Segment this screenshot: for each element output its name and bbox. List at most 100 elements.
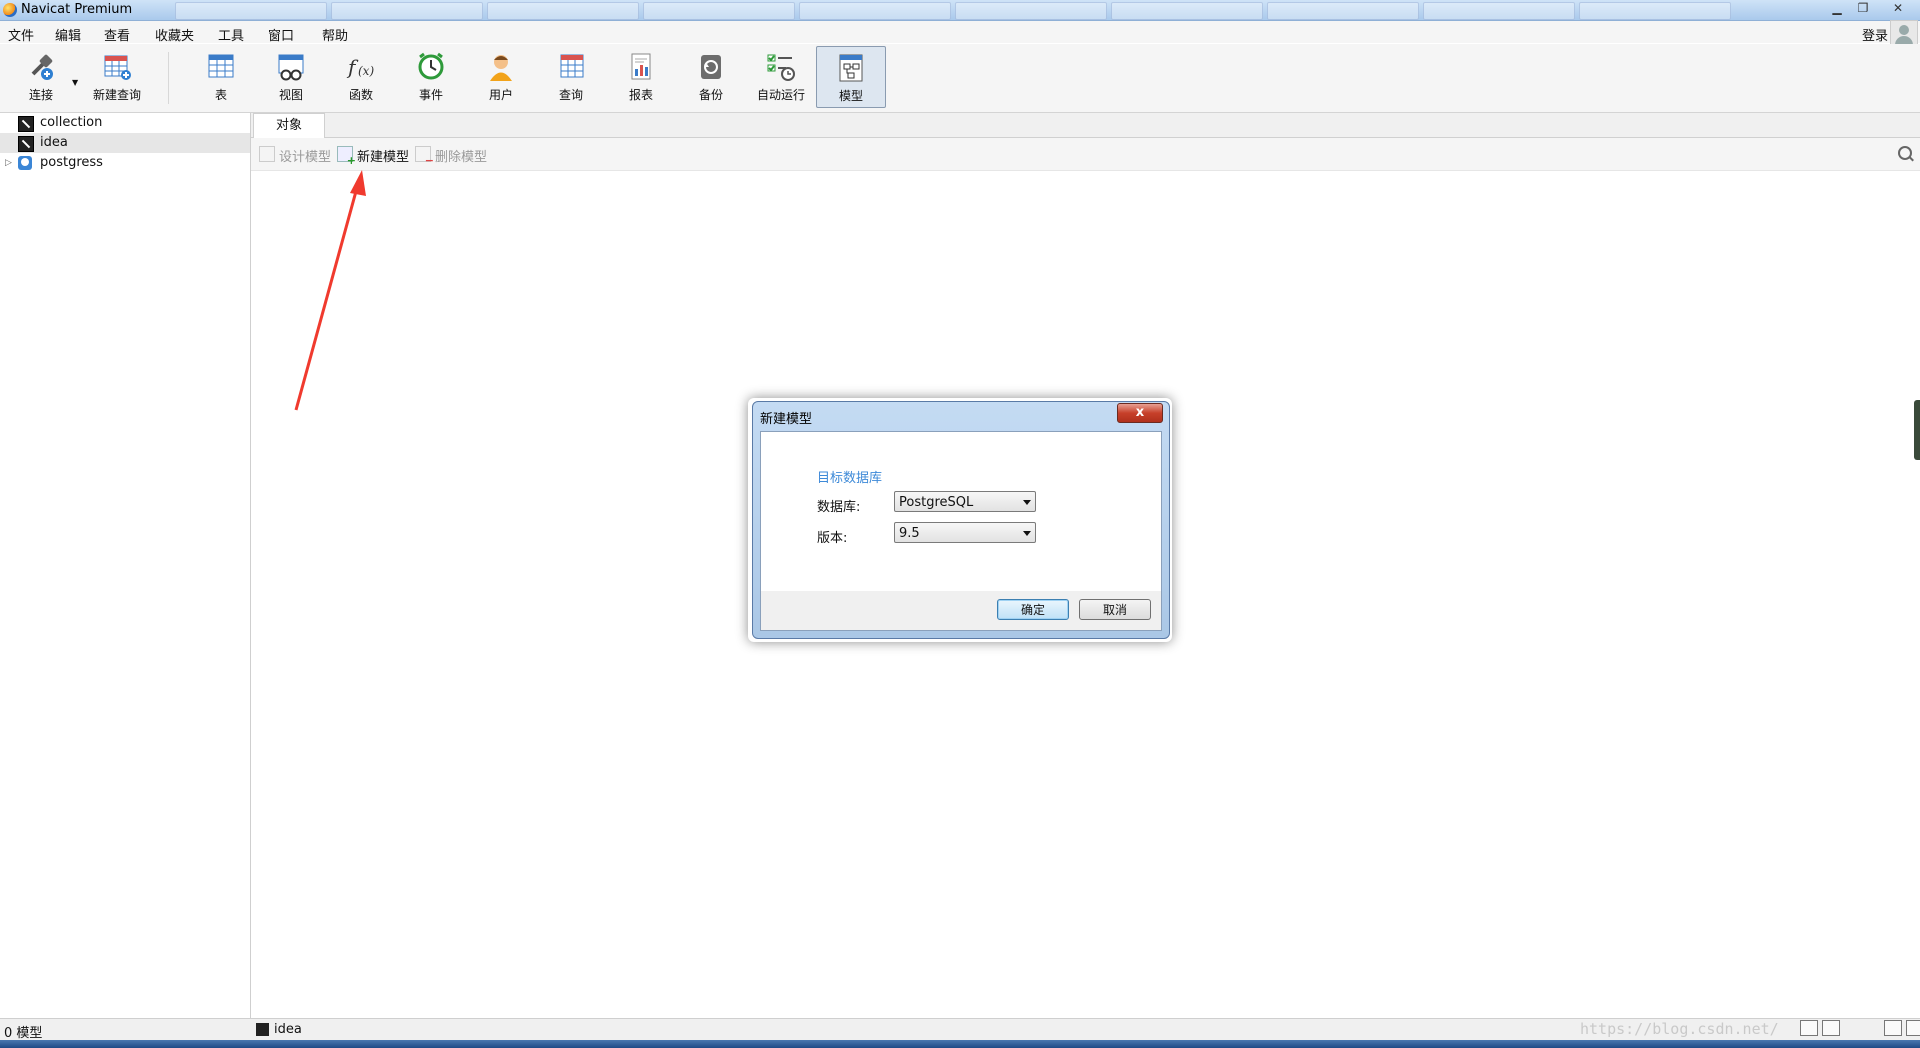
table-icon bbox=[205, 52, 237, 82]
delete-model-icon bbox=[415, 146, 434, 167]
report-label: 报表 bbox=[628, 88, 653, 102]
menu-tools[interactable]: 工具 bbox=[218, 25, 244, 44]
tab-objects[interactable]: 对象 bbox=[253, 113, 325, 138]
list-view-icon[interactable] bbox=[1822, 1020, 1840, 1036]
cancel-button[interactable]: 取消 bbox=[1079, 599, 1151, 620]
automation-label: 自动运行 bbox=[756, 88, 805, 102]
panel-toggle-icon[interactable] bbox=[1906, 1020, 1920, 1036]
connection-collection[interactable]: collection bbox=[0, 113, 250, 133]
connect-label: 连接 bbox=[28, 88, 53, 102]
database-select[interactable]: PostgreSQL bbox=[894, 491, 1036, 512]
connection-postgress[interactable]: ▷ postgress bbox=[0, 153, 250, 173]
expand-arrow-icon[interactable]: ▷ bbox=[5, 153, 12, 173]
minimize-button[interactable]: ▁ bbox=[1824, 0, 1850, 18]
function-label: 函数 bbox=[348, 88, 373, 102]
object-tab-bar: 对象 bbox=[251, 113, 1920, 138]
close-window-button[interactable]: ✕ bbox=[1876, 0, 1920, 18]
dialog-body: 目标数据库 数据库: PostgreSQL 版本: 9.5 bbox=[760, 431, 1162, 592]
user-label: 用户 bbox=[488, 88, 513, 102]
connection-tree: collection idea ▷ postgress bbox=[0, 113, 251, 1018]
design-model-label: 设计模型 bbox=[279, 150, 332, 165]
menu-file[interactable]: 文件 bbox=[8, 25, 34, 44]
background-window-tabs bbox=[175, 2, 1731, 20]
connect-dropdown-arrow-icon[interactable]: ▼ bbox=[72, 78, 78, 87]
report-icon bbox=[625, 52, 657, 82]
side-panel-handle[interactable] bbox=[1914, 400, 1920, 460]
postgresql-elephant-icon bbox=[18, 156, 32, 170]
checklist-clock-icon bbox=[765, 52, 797, 82]
query-button[interactable]: 查询 bbox=[540, 46, 602, 106]
dialog-close-button[interactable]: x bbox=[1117, 403, 1163, 423]
table-button[interactable]: 表 bbox=[190, 46, 252, 106]
mongodb-connection-icon bbox=[18, 136, 34, 152]
new-model-dialog: 新建模型 x 目标数据库 数据库: PostgreSQL 版本: 9.5 确定 … bbox=[752, 401, 1170, 639]
search-icon[interactable] bbox=[1898, 146, 1912, 160]
view-button[interactable]: 视图 bbox=[260, 46, 322, 106]
report-button[interactable]: 报表 bbox=[610, 46, 672, 106]
plug-icon bbox=[25, 52, 57, 82]
menu-view[interactable]: 查看 bbox=[104, 25, 130, 44]
version-select-value: 9.5 bbox=[899, 526, 920, 541]
ok-button[interactable]: 确定 bbox=[997, 599, 1069, 620]
version-label: 版本: bbox=[817, 531, 848, 546]
new-query-button[interactable]: 新建查询 bbox=[86, 46, 148, 106]
event-button[interactable]: 事件 bbox=[400, 46, 462, 106]
menu-favorites[interactable]: 收藏夹 bbox=[155, 25, 194, 44]
mongodb-connection-icon bbox=[18, 116, 34, 132]
event-label: 事件 bbox=[418, 88, 443, 102]
new-query-label: 新建查询 bbox=[92, 88, 141, 102]
grid-view-icon[interactable] bbox=[1800, 1020, 1818, 1036]
model-label: 模型 bbox=[838, 89, 863, 103]
menu-bar: 文件 编辑 查看 收藏夹 工具 窗口 帮助 bbox=[0, 21, 1920, 44]
version-select[interactable]: 9.5 bbox=[894, 522, 1036, 543]
backup-button[interactable]: 备份 bbox=[680, 46, 742, 106]
os-taskbar bbox=[0, 1040, 1920, 1048]
menu-window[interactable]: 窗口 bbox=[268, 25, 294, 44]
function-button[interactable]: f (x) 函数 bbox=[330, 46, 392, 106]
query-icon bbox=[555, 52, 587, 82]
detail-view-icon[interactable] bbox=[1884, 1020, 1902, 1036]
database-label: 数据库: bbox=[817, 500, 861, 515]
connection-label: postgress bbox=[40, 155, 103, 170]
automation-button[interactable]: 自动运行 bbox=[750, 46, 812, 106]
function-fx-icon: f (x) bbox=[345, 52, 377, 82]
svg-text:(x): (x) bbox=[358, 64, 374, 78]
delete-model-button[interactable]: 删除模型 bbox=[413, 146, 488, 167]
query-label: 查询 bbox=[558, 88, 583, 102]
menu-edit[interactable]: 编辑 bbox=[55, 25, 81, 44]
delete-model-label: 删除模型 bbox=[435, 150, 488, 165]
view-label: 视图 bbox=[278, 88, 303, 102]
watermark-text: https://blog.csdn.net/ bbox=[1580, 1020, 1779, 1038]
model-icon bbox=[835, 53, 867, 83]
new-model-button[interactable]: 新建模型 bbox=[335, 146, 410, 167]
target-database-heading: 目标数据库 bbox=[817, 471, 883, 486]
new-model-label: 新建模型 bbox=[357, 150, 410, 165]
alarm-clock-icon bbox=[415, 52, 447, 82]
database-select-value: PostgreSQL bbox=[899, 495, 974, 510]
connection-label: idea bbox=[40, 135, 68, 150]
title-bar: Navicat Premium ▁ ❐ ✕ bbox=[0, 0, 1920, 21]
design-model-icon bbox=[259, 146, 275, 162]
backup-icon bbox=[695, 52, 727, 82]
restore-button[interactable]: ❐ bbox=[1850, 0, 1876, 18]
chevron-down-icon bbox=[1023, 500, 1031, 505]
user-button[interactable]: 用户 bbox=[470, 46, 532, 106]
dialog-footer: 确定 取消 bbox=[760, 591, 1162, 631]
table-label: 表 bbox=[214, 88, 227, 102]
mongodb-connection-icon bbox=[256, 1023, 269, 1036]
chevron-down-icon bbox=[1023, 531, 1031, 536]
view-mode-switcher bbox=[1800, 1020, 1920, 1036]
connection-idea[interactable]: idea bbox=[0, 133, 250, 153]
model-count: 0 模型 bbox=[4, 1026, 43, 1041]
object-toolbar: 设计模型 新建模型 删除模型 bbox=[251, 138, 1920, 171]
connection-label: collection bbox=[40, 115, 103, 130]
login-link[interactable]: 登录 bbox=[1862, 25, 1888, 44]
backup-label: 备份 bbox=[698, 88, 723, 102]
model-button[interactable]: 模型 bbox=[816, 46, 886, 108]
main-toolbar: 连接 新建查询 表 视图 f (x) 函数 事件 用户 查询 报表 备份 自动运… bbox=[0, 44, 1920, 113]
new-query-icon bbox=[101, 52, 133, 82]
menu-help[interactable]: 帮助 bbox=[322, 25, 348, 44]
dialog-title: 新建模型 bbox=[760, 412, 813, 427]
connect-button[interactable]: 连接 bbox=[10, 46, 72, 106]
design-model-button[interactable]: 设计模型 bbox=[257, 146, 331, 165]
